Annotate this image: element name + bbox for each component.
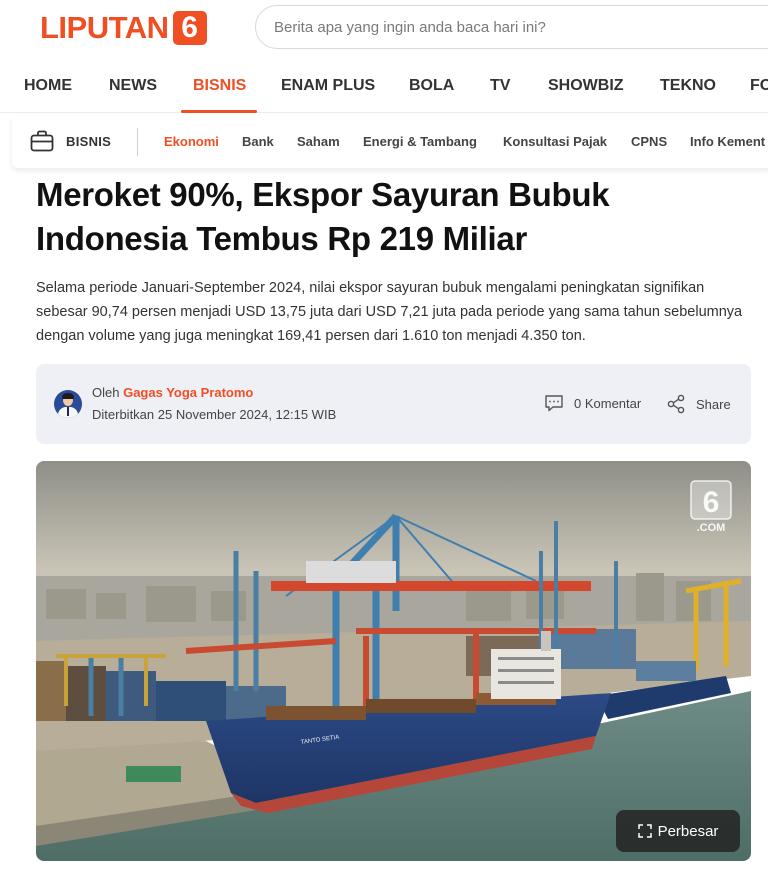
search-box	[255, 5, 768, 49]
nav-item-tekno[interactable]: TEKNO	[660, 77, 716, 95]
author-avatar[interactable]	[54, 390, 82, 418]
subnav-item-bank[interactable]: Bank	[242, 134, 274, 149]
zoom-label: Perbesar	[657, 822, 719, 840]
subnav-item-cpns[interactable]: CPNS	[631, 134, 667, 149]
nav-item-tv[interactable]: TV	[490, 77, 510, 95]
watermark-domain: .COM	[697, 522, 726, 534]
watermark-graphic: 6 .COM	[690, 480, 732, 534]
nav-item-bisnis[interactable]: BISNIS	[193, 77, 246, 95]
share-button[interactable]: Share	[666, 394, 731, 414]
subnav-item-energi-tambang[interactable]: Energi & Tambang	[363, 134, 477, 149]
zoom-image-button[interactable]: Perbesar	[616, 810, 740, 852]
main-nav: HOME NEWS BISNIS ENAM PLUS BOLA TV SHOWB…	[0, 63, 768, 113]
subnav-item-info-kementerian[interactable]: Info Kement	[690, 134, 765, 149]
liputan6-watermark: 6 .COM	[689, 479, 733, 535]
expand-icon	[637, 824, 652, 838]
subnav-item-saham[interactable]: Saham	[297, 134, 340, 149]
subnav-item-ekonomi[interactable]: Ekonomi	[164, 134, 219, 149]
logo-numeral-badge: 6	[172, 11, 207, 45]
nav-item-news[interactable]: NEWS	[109, 77, 157, 95]
comments-count-label: 0 Komentar	[574, 395, 642, 411]
subnav-divider	[137, 128, 138, 156]
logo-wordmark: LIPUTAN	[40, 10, 169, 45]
section-label[interactable]: BISNIS	[66, 134, 111, 149]
article-lede: Selama periode Januari-September 2024, n…	[36, 280, 743, 344]
byline-prefix: Oleh	[92, 385, 120, 400]
nav-item-showbiz[interactable]: SHOWBIZ	[548, 77, 624, 95]
top-bar: LIPUTAN 6	[0, 0, 768, 60]
port-cargo-ship-photo: TANTO SETIA	[36, 461, 751, 861]
byline-author-line: Oleh Gagas Yoga Pratomo	[92, 385, 253, 400]
nav-item-fo[interactable]: FO	[750, 77, 768, 95]
briefcase-icon	[30, 130, 54, 152]
comments-button[interactable]: 0 Komentar	[544, 394, 641, 412]
active-tab-indicator	[181, 110, 257, 113]
share-icon	[667, 394, 685, 414]
nav-item-bola[interactable]: BOLA	[409, 77, 454, 95]
publish-date: Diterbitkan 25 November 2024, 12:15 WIB	[92, 407, 337, 422]
subnav-item-konsultasi-pajak[interactable]: Konsultasi Pajak	[503, 134, 607, 149]
nav-item-home[interactable]: HOME	[24, 77, 72, 95]
share-label: Share	[696, 396, 731, 412]
article-hero-image[interactable]: TANTO SETIA 6 .COM Perbesar	[36, 461, 751, 861]
comment-icon	[545, 395, 563, 412]
byline-card: Oleh Gagas Yoga Pratomo Diterbitkan 25 N…	[36, 364, 751, 444]
search-input[interactable]	[256, 6, 768, 48]
article-headline: Meroket 90%, Ekspor Sayuran Bubuk Indone…	[36, 176, 610, 257]
section-subnav: BISNIS Ekonomi Bank Saham Energi & Tamba…	[12, 116, 768, 168]
site-logo[interactable]: LIPUTAN 6	[40, 10, 207, 46]
watermark-numeral: 6	[703, 486, 720, 519]
author-name-link[interactable]: Gagas Yoga Pratomo	[123, 385, 253, 400]
nav-item-enam-plus[interactable]: ENAM PLUS	[281, 77, 375, 95]
